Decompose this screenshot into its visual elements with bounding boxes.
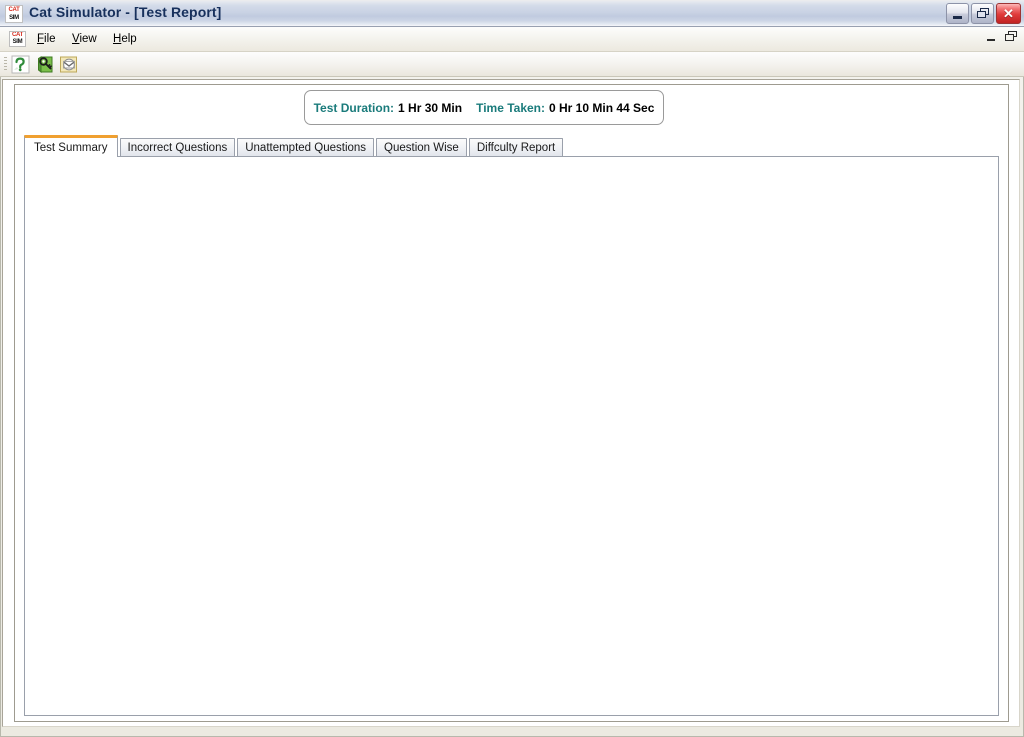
menu-item-file[interactable]: File [31, 31, 62, 47]
minimize-button[interactable] [946, 3, 969, 24]
key-book-icon[interactable] [35, 55, 57, 75]
time-taken-value: 0 Hr 10 Min 44 Sec [549, 100, 655, 115]
app-icon-line1: CAT [8, 7, 20, 13]
close-button[interactable]: ✕ [996, 3, 1021, 24]
window-controls: ✕ [946, 3, 1021, 24]
tab-question-wise[interactable]: Question Wise [376, 138, 467, 157]
test-timing-panel: Test Duration: 1 Hr 30 Min Time Taken: 0… [304, 90, 664, 125]
application-window: CAT SIM Cat Simulator - [Test Report] ✕ … [0, 0, 1024, 737]
app-icon-line2: SIM [9, 15, 19, 21]
window-title: Cat Simulator - [Test Report] [29, 4, 222, 20]
mdi-restore-button[interactable] [1005, 31, 1018, 43]
tab-unattempted-questions[interactable]: Unattempted Questions [237, 138, 375, 157]
maximize-button[interactable] [971, 3, 994, 24]
tab-active-notch [25, 155, 107, 157]
time-taken-label: Time Taken: [476, 100, 545, 115]
menu-item-help[interactable]: Help [107, 31, 143, 47]
tab-panel-test-summary [24, 156, 999, 716]
menu-item-file-rest: ile [44, 33, 56, 45]
minimize-icon [953, 16, 962, 19]
mail-envelope-icon[interactable] [59, 55, 81, 75]
report-tabstrip: Test Summary Incorrect Questions Unattem… [24, 135, 565, 157]
tab-incorrect-questions[interactable]: Incorrect Questions [119, 138, 236, 157]
close-icon: ✕ [1003, 6, 1014, 21]
menu-app-icon: CAT SIM [9, 31, 26, 47]
test-duration-label: Test Duration: [313, 100, 395, 115]
mdi-client-area: Test Duration: 1 Hr 30 Min Time Taken: 0… [2, 79, 1020, 727]
test-duration-value: 1 Hr 30 Min [398, 100, 463, 115]
menu-app-icon-line1: CAT [12, 32, 23, 38]
menu-item-view-rest: iew [79, 33, 97, 45]
title-bar: CAT SIM Cat Simulator - [Test Report] ✕ [0, 0, 1024, 27]
menu-item-help-rest: elp [121, 33, 137, 45]
test-report-child-window: Test Duration: 1 Hr 30 Min Time Taken: 0… [14, 84, 1009, 722]
mdi-minimize-button[interactable] [986, 31, 997, 43]
menu-item-view[interactable]: View [66, 31, 103, 47]
toolbar-grip[interactable] [4, 57, 7, 72]
restore-icon [977, 8, 989, 19]
tab-difficulty-report[interactable]: Diffculty Report [468, 138, 564, 157]
mdi-window-controls [986, 31, 1018, 43]
toolbar [0, 52, 1024, 77]
menu-app-icon-line2: SIM [12, 39, 23, 45]
tab-test-summary[interactable]: Test Summary [24, 135, 118, 157]
help-question-icon[interactable] [11, 55, 33, 75]
app-icon: CAT SIM [5, 5, 23, 23]
menu-bar: CAT SIM File View Help [0, 27, 1024, 52]
